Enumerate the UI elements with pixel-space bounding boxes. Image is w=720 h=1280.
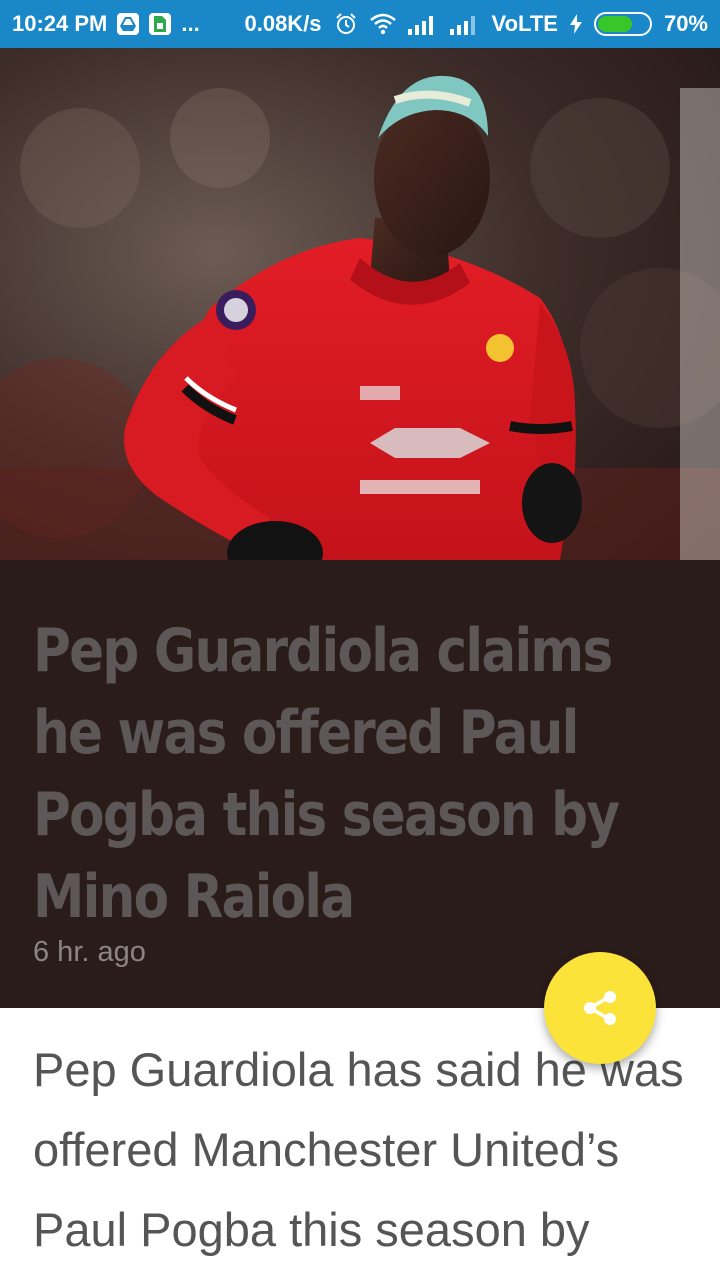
status-time: 10:24 PM	[12, 11, 108, 36]
drive-icon	[117, 13, 140, 35]
article-headline: Pep Guardiola claims he was offered Paul…	[33, 616, 620, 932]
headline-panel: Pep Guardiola claims he was offered Paul…	[0, 560, 720, 1008]
share-icon	[584, 991, 616, 1025]
net-speed: 0.08K/s	[244, 11, 322, 36]
share-button[interactable]	[544, 952, 656, 1064]
battery-percent: 70%	[663, 11, 708, 36]
status-more: ...	[181, 11, 200, 36]
alarm-icon	[334, 12, 358, 36]
player-photo	[0, 48, 720, 560]
battery-level	[597, 16, 632, 32]
article-body: Pep Guardiola has said he was offered Ma…	[33, 1043, 684, 1256]
screen: 10:24 PM ... 0.08K/s VoLTE 70% Pep Guard…	[0, 0, 720, 1280]
charging-icon	[569, 14, 582, 34]
wifi-icon	[369, 13, 396, 35]
article-hero-image[interactable]	[0, 48, 720, 560]
article-time-ago: 6 hr. ago	[33, 936, 146, 968]
network-type: VoLTE	[491, 11, 558, 36]
sim-icon	[149, 13, 172, 35]
battery-icon	[593, 12, 652, 36]
signal-icon	[407, 13, 438, 35]
signal-icon	[449, 13, 480, 35]
status-bar: 10:24 PM ... 0.08K/s VoLTE 70%	[0, 0, 720, 48]
